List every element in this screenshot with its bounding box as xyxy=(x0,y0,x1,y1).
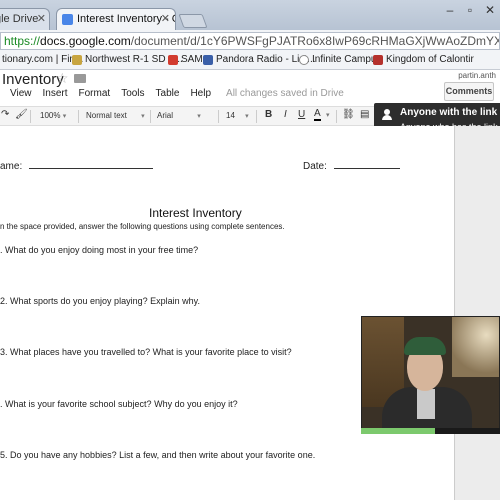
link-icon[interactable]: ⛓ xyxy=(342,109,355,120)
webcam-progress-bar xyxy=(361,428,500,434)
webcam-person-shirt xyxy=(417,389,435,419)
font-select[interactable]: Arial ▾ xyxy=(157,111,201,120)
bookmark-item[interactable]: Northwest R-1 SD - ... xyxy=(72,54,183,65)
bold-button[interactable]: B xyxy=(265,109,272,120)
date-blank-line xyxy=(333,160,400,169)
name-label: ame: xyxy=(0,161,23,172)
save-status: All changes saved in Drive xyxy=(226,88,344,99)
name-field: ame: xyxy=(0,160,154,172)
toolbar-divider xyxy=(78,110,79,123)
bookmark-item[interactable]: SAM xyxy=(168,54,203,65)
tab-interest-inventory[interactable]: Interest Inventory - Goog ✕ xyxy=(56,8,176,30)
chevron-down-icon: ▾ xyxy=(141,113,145,120)
comments-side-pane xyxy=(456,126,500,500)
bookmark-label: Kingdom of Calontir xyxy=(386,54,474,65)
person-icon xyxy=(382,109,392,121)
question-4: . What is your favorite school subject? … xyxy=(0,399,238,409)
bookmark-label: Infinite Campus xyxy=(312,54,382,65)
screen: gle Drive ✕ Interest Inventory - Goog ✕ … xyxy=(0,0,500,500)
minimize-icon[interactable]: – xyxy=(440,0,460,20)
italic-button[interactable]: I xyxy=(284,109,287,120)
menu-bar: View Insert Format Tools Table Help All … xyxy=(0,88,355,104)
webcam-overlay xyxy=(361,316,500,434)
style-select[interactable]: Normal text ▾ xyxy=(86,111,145,120)
maximize-icon[interactable]: ▫ xyxy=(460,0,480,20)
font-value: Arial xyxy=(157,111,174,120)
menu-table[interactable]: Table xyxy=(156,88,180,104)
bookmark-item[interactable]: Kingdom of Calontir xyxy=(373,54,474,65)
toolbar-divider xyxy=(30,110,31,123)
date-label: Date: xyxy=(303,161,327,172)
bookmarks-bar: tionary.com | Fin... Northwest R-1 SD - … xyxy=(0,52,500,70)
chevron-down-icon[interactable]: ▾ xyxy=(326,111,330,119)
toolbar-divider xyxy=(150,110,151,123)
menu-insert[interactable]: Insert xyxy=(43,88,68,104)
docs-favicon-icon xyxy=(62,14,73,25)
redo-icon[interactable]: ↷ xyxy=(1,109,9,120)
url-scheme: https:// xyxy=(4,34,41,48)
globe-icon xyxy=(299,54,309,65)
text-color-button[interactable]: A xyxy=(314,108,321,121)
menu-format[interactable]: Format xyxy=(79,88,111,104)
bookmark-item[interactable]: Infinite Campus xyxy=(299,54,381,65)
font-size-select[interactable]: 14 ▾ xyxy=(226,111,249,120)
new-tab-button[interactable] xyxy=(178,14,208,28)
shield-icon xyxy=(373,54,383,65)
question-3: 3. What places have you travelled to? Wh… xyxy=(0,347,292,357)
date-field: Date: xyxy=(303,160,400,172)
document-title[interactable]: Inventory xyxy=(2,71,64,88)
menu-help[interactable]: Help xyxy=(190,88,211,104)
star-icon[interactable]: ☆ xyxy=(56,70,69,87)
menu-tools[interactable]: Tools xyxy=(121,88,144,104)
comments-button[interactable]: Comments xyxy=(444,82,494,101)
style-value: Normal text xyxy=(86,111,127,120)
document-area: ame: Date: Interest Inventory n the spac… xyxy=(0,126,500,500)
document-heading: Interest Inventory xyxy=(149,206,242,220)
folder-icon[interactable] xyxy=(74,74,86,83)
tab-google-drive[interactable]: gle Drive ✕ xyxy=(0,8,50,30)
school-icon xyxy=(72,54,82,65)
toolbar-divider xyxy=(218,110,219,123)
question-1: . What do you enjoy doing most in your f… xyxy=(0,245,199,255)
chevron-down-icon: ▾ xyxy=(197,113,201,120)
document-page[interactable]: ame: Date: Interest Inventory n the spac… xyxy=(0,126,455,500)
address-bar-row: https://docs.google.com/document/d/1cY6P… xyxy=(0,30,500,52)
url-host: docs.google.com xyxy=(40,34,131,48)
question-2: 2. What sports do you enjoy playing? Exp… xyxy=(0,296,200,306)
browser-tab-strip: gle Drive ✕ Interest Inventory - Goog ✕ … xyxy=(0,0,500,30)
user-account[interactable]: partin.anth xyxy=(458,71,496,80)
url-path: /document/d/1cY6PWSFgPJATRo6x8IwP69cRHMa… xyxy=(130,34,499,48)
pandora-icon xyxy=(203,54,213,65)
address-bar[interactable]: https://docs.google.com/document/d/1cY6P… xyxy=(0,32,500,50)
webcam-progress-fill xyxy=(361,428,435,434)
bookmark-label: SAM xyxy=(181,54,203,65)
toolbar-divider xyxy=(336,110,337,123)
instructions-text: n the space provided, answer the followi… xyxy=(0,222,285,231)
close-tab-icon[interactable]: ✕ xyxy=(161,12,170,25)
tooltip-title: Anyone with the link xyxy=(400,107,498,118)
comment-icon[interactable]: ▤ xyxy=(360,109,369,120)
toolbar-divider xyxy=(256,110,257,123)
underline-button[interactable]: U xyxy=(298,109,305,120)
name-blank-line xyxy=(29,160,154,169)
webcam-person-hat xyxy=(404,337,446,355)
webcam-background-light xyxy=(452,317,499,377)
question-5: 5. Do you have any hobbies? List a few, … xyxy=(0,450,316,460)
zoom-value: 100% xyxy=(40,111,61,120)
paint-format-icon[interactable]: 🖌 xyxy=(15,109,28,120)
zoom-select[interactable]: 100% ▾ xyxy=(40,111,66,120)
chevron-down-icon: ▾ xyxy=(245,113,249,120)
tab-label: gle Drive xyxy=(0,13,39,25)
close-tab-icon[interactable]: ✕ xyxy=(37,12,46,25)
close-window-icon[interactable]: ✕ xyxy=(480,0,500,20)
menu-view[interactable]: View xyxy=(10,88,32,104)
font-size-value: 14 xyxy=(226,111,235,120)
chevron-down-icon: ▾ xyxy=(62,113,67,120)
sam-icon xyxy=(168,54,178,65)
docs-header: Inventory ☆ partin.anth View Insert Form… xyxy=(0,70,500,106)
